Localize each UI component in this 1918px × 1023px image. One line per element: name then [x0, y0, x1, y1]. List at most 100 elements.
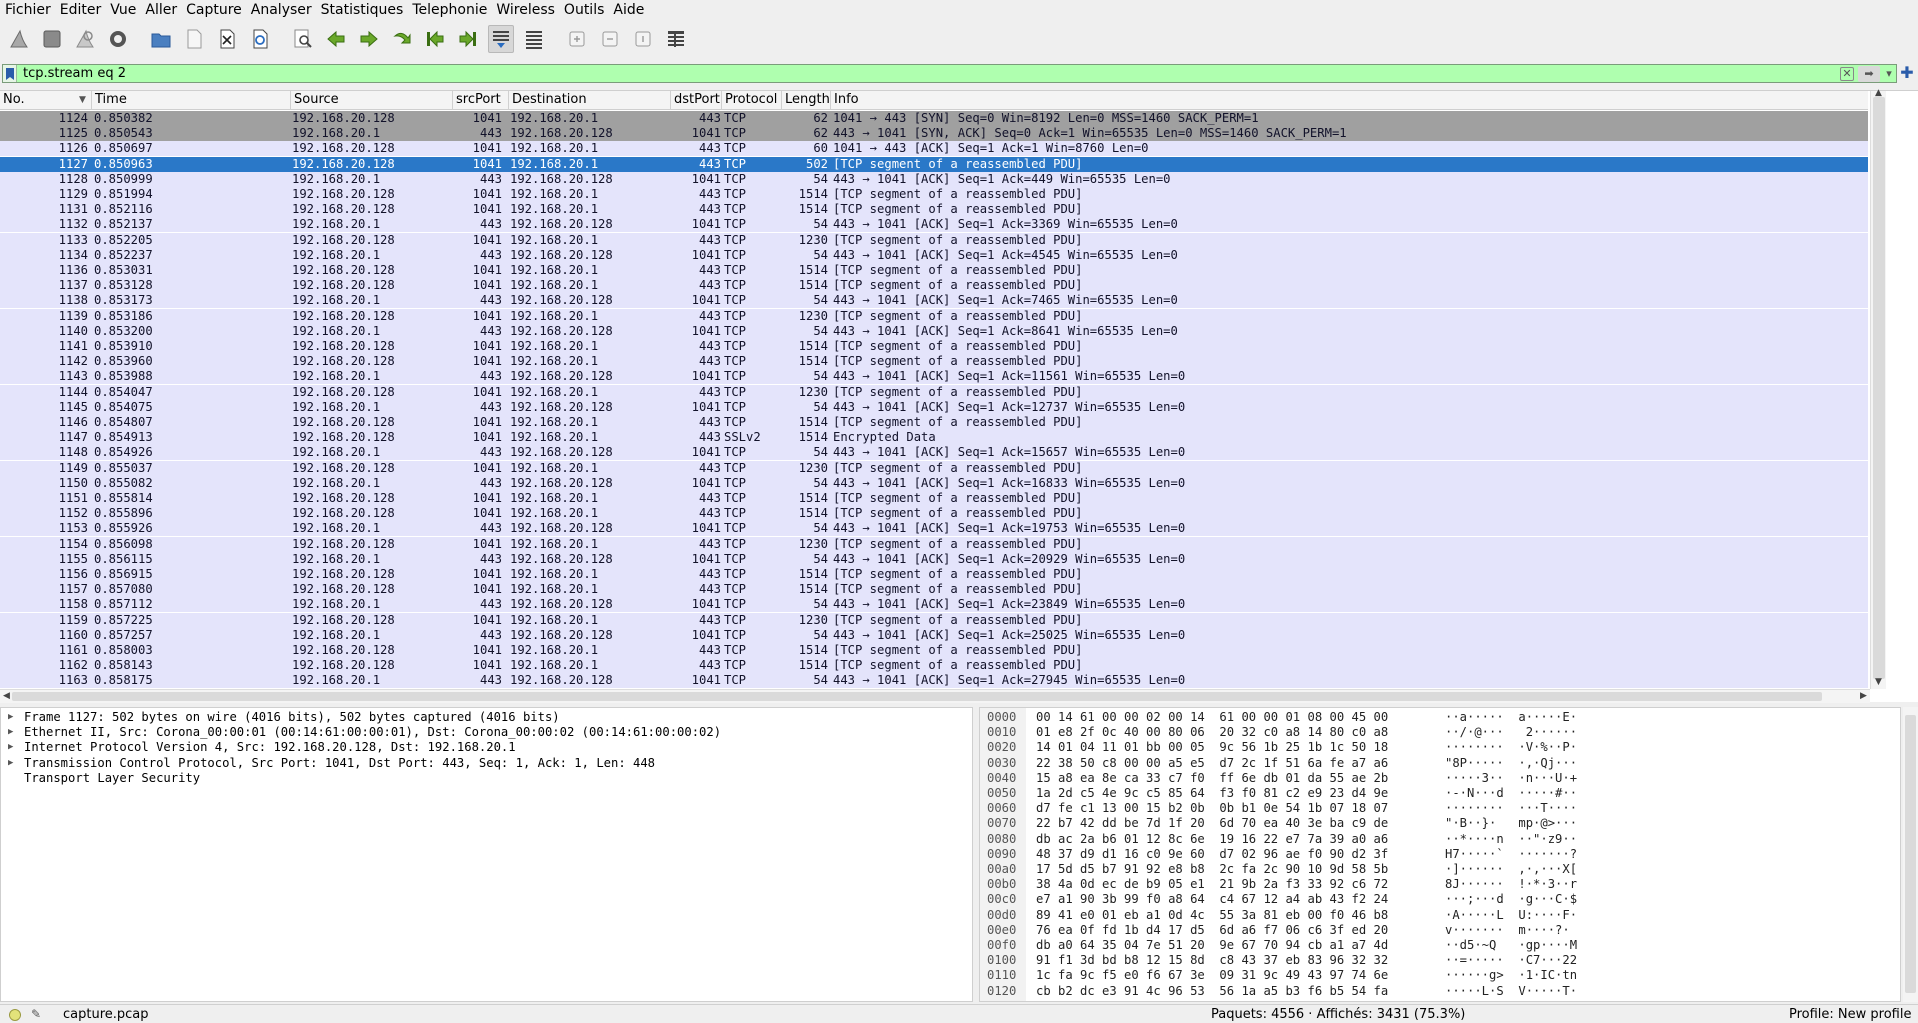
packet-row[interactable]: 1150 0.855082 192.168.20.1 443 192.168.20.12…	[0, 475, 1868, 491]
clear-filter-icon[interactable]: ✕	[1840, 66, 1854, 81]
display-filter-input[interactable]	[17, 65, 1840, 82]
reload-icon[interactable]	[247, 25, 273, 53]
column-header-source[interactable]: Source	[291, 91, 453, 110]
packet-row[interactable]: 1161 0.858003 192.168.20.128 1041 192.168.20…	[0, 643, 1868, 658]
packet-row[interactable]: 1145 0.854075 192.168.20.1 443 192.168.20.12…	[0, 399, 1868, 415]
packet-list-horizontal-scrollbar[interactable]: ◀ ▶	[0, 689, 1870, 703]
hex-dump-row[interactable]: 0000 00 14 61 00 00 02 00 14 61 00 00 01 …	[980, 710, 1880, 725]
packet-row[interactable]: 1129 0.851994 192.168.20.128 1041 192.168.20…	[0, 187, 1868, 202]
packet-row[interactable]: 1137 0.853128 192.168.20.128 1041 192.168.20…	[0, 278, 1868, 294]
packet-row[interactable]: 1126 0.850697 192.168.20.128 1041 192.168.20…	[0, 141, 1868, 157]
packet-row[interactable]: 1140 0.853200 192.168.20.1 443 192.168.20.12…	[0, 323, 1868, 339]
scroll-thumb[interactable]	[1905, 715, 1916, 993]
hex-dump-row[interactable]: 00a0 17 5d d5 b7 91 92 e8 b8 2c fa 2c 90 …	[980, 862, 1880, 877]
gear-options-icon[interactable]	[105, 25, 131, 53]
detail-tree-item[interactable]: ▶ Internet Protocol Version 4, Src: 192.1…	[1, 740, 961, 755]
column-header-length[interactable]: Length	[782, 91, 831, 110]
stop-square-icon[interactable]	[39, 25, 65, 53]
profile-selector[interactable]: Profile: New profile	[1789, 1007, 1911, 1022]
find-magnifier-icon[interactable]	[290, 25, 316, 53]
go-to-packet-icon[interactable]	[389, 25, 415, 53]
column-header-time[interactable]: Time	[92, 91, 291, 110]
hex-dump-row[interactable]: 0110 1c fa 9c f5 e0 f6 67 3e 09 31 9c 49 …	[980, 968, 1880, 983]
colorize-icon[interactable]	[521, 25, 547, 53]
expand-arrow-icon[interactable]: ▶	[8, 725, 13, 740]
hex-dump-row[interactable]: 0020 14 01 04 11 01 bb 00 05 9c 56 1b 25 …	[980, 740, 1880, 755]
open-folder-icon[interactable]	[148, 25, 174, 53]
packet-row[interactable]: 1136 0.853031 192.168.20.128 1041 192.168.20…	[0, 263, 1868, 278]
expand-arrow-icon[interactable]: ▶	[8, 756, 13, 771]
packet-row[interactable]: 1154 0.856098 192.168.20.128 1041 192.168.20…	[0, 536, 1868, 552]
column-header-no[interactable]: No. ▼	[0, 91, 92, 110]
packet-row[interactable]: 1160 0.857257 192.168.20.1 443 192.168.20.12…	[0, 627, 1868, 643]
menu-analyser[interactable]: Analyser	[246, 1, 316, 19]
hex-dump-row[interactable]: 0010 01 e8 2f 0c 40 00 80 06 20 32 c0 a8 …	[980, 725, 1880, 740]
hex-dump-row[interactable]: 00e0 76 ea 0f fd 1b d4 17 d5 6d a6 f7 06 …	[980, 923, 1880, 938]
packet-row[interactable]: 1152 0.855896 192.168.20.128 1041 192.168.20…	[0, 506, 1868, 522]
hex-dump-row[interactable]: 00f0 db a0 64 35 04 7e 51 20 9e 67 70 94 …	[980, 938, 1880, 953]
packet-row[interactable]: 1124 0.850382 192.168.20.128 1041 192.168.20…	[0, 111, 1868, 126]
packet-row[interactable]: 1144 0.854047 192.168.20.128 1041 192.168.20…	[0, 384, 1868, 400]
detail-tree-item[interactable]: ▶ Ethernet II, Src: Corona_00:00:01 (00:1…	[1, 725, 961, 740]
autoscroll-icon[interactable]	[488, 25, 514, 53]
packet-row[interactable]: 1143 0.853988 192.168.20.1 443 192.168.20.12…	[0, 369, 1868, 385]
shark-fin-start-icon[interactable]	[6, 25, 32, 53]
column-header-dstport[interactable]: dstPort	[671, 91, 722, 110]
hex-dump-row[interactable]: 0100 91 f1 3d bd b8 12 15 8d c8 43 37 eb …	[980, 953, 1880, 968]
menu-wireless[interactable]: Wireless	[491, 1, 559, 19]
packet-row[interactable]: 1151 0.855814 192.168.20.128 1041 192.168.20…	[0, 491, 1868, 506]
go-forward-arrow-icon[interactable]	[356, 25, 382, 53]
packet-row[interactable]: 1156 0.856915 192.168.20.128 1041 192.168.20…	[0, 567, 1868, 582]
packet-row[interactable]: 1139 0.853186 192.168.20.128 1041 192.168.20…	[0, 308, 1868, 324]
menu-editer[interactable]: Editer	[55, 1, 105, 19]
hex-dump-row[interactable]: 0050 1a 2d c5 4e 9c c5 85 64 f3 f0 81 c2 …	[980, 786, 1880, 801]
hex-dump-row[interactable]: 0120 cb b2 dc e3 91 4c 96 53 56 1a a5 b3 …	[980, 984, 1880, 999]
packet-row[interactable]: 1132 0.852137 192.168.20.1 443 192.168.20.12…	[0, 217, 1868, 233]
packet-row[interactable]: 1146 0.854807 192.168.20.128 1041 192.168.20…	[0, 415, 1868, 430]
go-back-arrow-icon[interactable]	[323, 25, 349, 53]
expert-info-indicator-icon[interactable]	[9, 1009, 21, 1021]
hex-dump-row[interactable]: 0080 db ac 2a b6 01 12 8c 6e 19 16 22 e7 …	[980, 832, 1880, 847]
save-file-icon[interactable]	[181, 25, 207, 53]
packet-row[interactable]: 1163 0.858175 192.168.20.1 443 192.168.20.12…	[0, 673, 1868, 689]
hex-dump-row[interactable]: 0060 d7 fe c1 13 00 15 b2 0b 0b b1 0e 54 …	[980, 801, 1880, 816]
packet-row[interactable]: 1149 0.855037 192.168.20.128 1041 192.168.20…	[0, 460, 1868, 476]
restart-fin-icon[interactable]	[72, 25, 98, 53]
menu-vue[interactable]: Vue	[105, 1, 140, 19]
filter-history-chevron-down-icon[interactable]: ▾	[1882, 66, 1896, 82]
menu-capture[interactable]: Capture	[181, 1, 246, 19]
scroll-left-icon[interactable]: ◀	[3, 691, 10, 701]
packet-row[interactable]: 1138 0.853173 192.168.20.1 443 192.168.20.12…	[0, 293, 1868, 309]
add-filter-button-icon[interactable]: ✚	[1899, 64, 1915, 83]
hex-dump-row[interactable]: 00b0 38 4a 0d ec de b9 05 e1 21 9b 2a f3 …	[980, 877, 1880, 892]
menu-statistiques[interactable]: Statistiques	[316, 1, 408, 19]
hex-dump-row[interactable]: 0070 22 b7 42 dd be 7d 1f 20 6d 70 ea 40 …	[980, 816, 1880, 831]
packet-row[interactable]: 1133 0.852205 192.168.20.128 1041 192.168.20…	[0, 232, 1868, 248]
bookmark-icon[interactable]	[3, 65, 17, 82]
zoom-in-icon[interactable]	[564, 25, 590, 53]
packet-row[interactable]: 1148 0.854926 192.168.20.1 443 192.168.20.12…	[0, 445, 1868, 461]
zoom-normal-icon[interactable]	[630, 25, 656, 53]
detail-tree-item[interactable]: Transport Layer Security	[1, 771, 961, 786]
bytes-vertical-scrollbar[interactable]	[1903, 707, 1918, 1002]
hex-dump-row[interactable]: 0090 48 37 d9 d1 16 c0 9e 60 d7 02 96 ae …	[980, 847, 1880, 862]
packet-row-selected[interactable]: 1127 0.850963 192.168.20.128 1041 192.168.20…	[0, 156, 1868, 172]
scroll-down-icon[interactable]: ▼	[1875, 677, 1882, 687]
packet-row[interactable]: 1162 0.858143 192.168.20.128 1041 192.168.20…	[0, 658, 1868, 674]
packet-row[interactable]: 1131 0.852116 192.168.20.128 1041 192.168.20…	[0, 202, 1868, 218]
resize-columns-icon[interactable]	[663, 25, 689, 53]
go-first-icon[interactable]	[422, 25, 448, 53]
hex-dump-row[interactable]: 0040 15 a8 ea 8e ca 33 c7 f0 ff 6e db 01 …	[980, 771, 1880, 786]
menu-outils[interactable]: Outils	[559, 1, 608, 19]
expand-arrow-icon[interactable]: ▶	[8, 710, 13, 725]
menu-telephonie[interactable]: Telephonie	[407, 1, 491, 19]
menu-aide[interactable]: Aide	[608, 1, 648, 19]
menu-aller[interactable]: Aller	[140, 1, 181, 19]
scroll-thumb[interactable]	[12, 692, 1822, 701]
packet-row[interactable]: 1153 0.855926 192.168.20.1 443 192.168.20.12…	[0, 521, 1868, 537]
detail-tree-item[interactable]: ▶ Frame 1127: 502 bytes on wire (4016 bit…	[1, 710, 961, 725]
packet-row[interactable]: 1155 0.856115 192.168.20.1 443 192.168.20.12…	[0, 551, 1868, 567]
packet-row[interactable]: 1134 0.852237 192.168.20.1 443 192.168.20.12…	[0, 247, 1868, 263]
capture-comment-pencil-icon[interactable]: ✎	[31, 1007, 41, 1021]
zoom-out-icon[interactable]	[597, 25, 623, 53]
